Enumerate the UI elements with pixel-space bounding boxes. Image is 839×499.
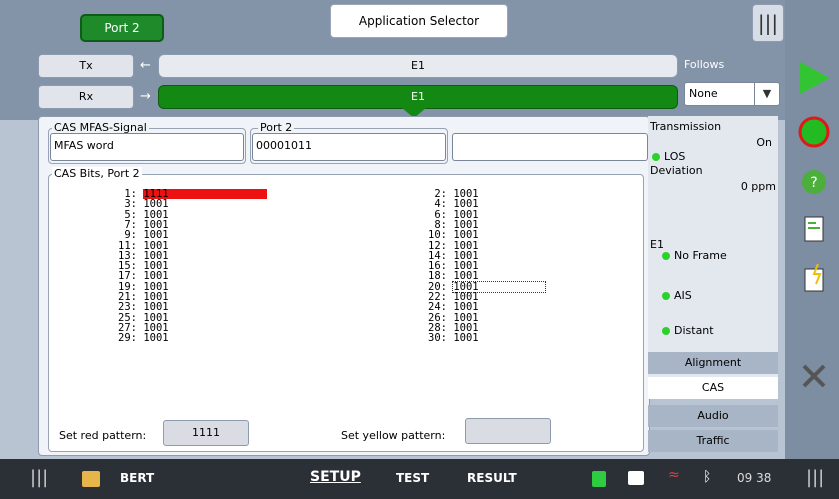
set-yellow-button[interactable]	[465, 418, 551, 444]
set-yellow-label: Set yellow pattern:	[341, 429, 446, 442]
cas-bit-value: 1001	[453, 332, 479, 345]
tab-audio[interactable]: Audio	[648, 405, 778, 427]
cas-bit-index: 18:	[428, 270, 447, 283]
battery-icon	[592, 471, 606, 487]
tools-icon[interactable]	[796, 358, 832, 394]
ais-label: AIS	[674, 289, 692, 302]
cas-bit-row[interactable]: 18: 1001	[409, 270, 479, 283]
no-frame-led-icon	[662, 252, 670, 260]
distant-led-icon	[662, 327, 670, 335]
transmission-label: Transmission	[650, 120, 722, 133]
no-frame-indicator: No Frame	[662, 249, 727, 262]
cas-bit-index: 23:	[118, 301, 137, 314]
record-icon[interactable]	[796, 114, 832, 150]
set-red-button[interactable]: 1111	[163, 420, 249, 446]
ais-indicator: AIS	[662, 289, 692, 302]
cas-bit-row[interactable]: 30: 1001	[409, 332, 479, 345]
follows-label: Follows	[684, 58, 725, 71]
cas-bit-index: 10:	[428, 229, 447, 242]
ais-led-icon	[662, 292, 670, 300]
menu-handle-icon[interactable]: |||	[752, 4, 784, 42]
bert-app-icon[interactable]	[82, 471, 100, 487]
tx-bar[interactable]: E1	[158, 54, 678, 78]
bert-label[interactable]: BERT	[120, 471, 154, 485]
report-icon[interactable]	[796, 212, 832, 248]
svg-text:?: ?	[810, 175, 817, 191]
camera-icon[interactable]	[628, 471, 644, 485]
rx-bar[interactable]: E1	[158, 85, 678, 109]
status-panel: Transmission On LOS Deviation 0 ppm E1 N…	[648, 116, 778, 378]
port-tab[interactable]: Port 2	[80, 14, 164, 42]
los-indicator: LOS	[652, 150, 685, 163]
los-label: LOS	[664, 150, 686, 163]
cas-bit-row[interactable]: 29: 1001	[99, 332, 169, 345]
play-icon[interactable]	[796, 60, 832, 96]
transmission-value: On	[756, 136, 772, 149]
cas-bit-index: 24:	[428, 301, 447, 314]
cas-bit-index: 11:	[118, 239, 137, 252]
application-selector[interactable]: Application Selector	[330, 4, 508, 38]
set-red-label: Set red pattern:	[59, 429, 147, 442]
tx-button[interactable]: Tx	[38, 54, 134, 78]
port-value-field[interactable]: 00001011	[252, 133, 446, 161]
result-tab[interactable]: RESULT	[467, 471, 517, 485]
chevron-down-icon[interactable]: ▼	[754, 83, 779, 105]
cas-signal-field[interactable]: MFAS word	[50, 133, 244, 161]
event-report-icon[interactable]	[796, 262, 832, 298]
cas-bit-value: 1001	[143, 332, 169, 345]
deviation-label: Deviation	[650, 164, 703, 177]
rx-button[interactable]: Rx	[38, 85, 134, 109]
tab-traffic[interactable]: Traffic	[648, 430, 778, 452]
tab-alignment[interactable]: Alignment	[648, 352, 778, 374]
los-led-icon	[652, 153, 660, 161]
wifi-icon: ≈	[668, 467, 680, 483]
follows-value: None	[689, 87, 718, 100]
left-arrow-icon: ←	[140, 58, 151, 73]
right-menu-icon[interactable]: |||	[806, 467, 824, 488]
deviation-value: 0 ppm	[740, 180, 776, 193]
cas-bit-index: 3:	[124, 198, 137, 211]
cas-bit-index: 4:	[434, 198, 447, 211]
help-icon[interactable]: ?	[796, 164, 832, 200]
cas-bit-index: 17:	[118, 270, 137, 283]
left-menu-icon[interactable]: |||	[30, 467, 48, 488]
follows-select[interactable]: None ▼	[684, 82, 780, 106]
cas-bit-index: 30:	[428, 332, 447, 345]
bluetooth-icon: ᛒ	[703, 469, 712, 485]
main-panel: CAS MFAS-Signal MFAS word Port 2 0000101…	[38, 116, 650, 456]
test-tab[interactable]: TEST	[396, 471, 429, 485]
cas-bit-index: 9:	[124, 229, 137, 242]
cas-bit-index: 29:	[118, 332, 137, 345]
setup-tab[interactable]: SETUP	[310, 469, 361, 485]
no-frame-label: No Frame	[674, 249, 727, 262]
clock: 09 38	[737, 471, 772, 485]
distant-indicator: Distant	[662, 324, 714, 337]
cas-bits-title: CAS Bits, Port 2	[52, 167, 142, 180]
tab-cas[interactable]: CAS	[648, 377, 778, 399]
empty-field[interactable]	[452, 133, 648, 161]
cas-bit-index: 12:	[428, 239, 447, 252]
bottom-bar: ||| BERT SETUP TEST RESULT ≈ ᛒ 09 38 |||	[0, 459, 839, 499]
distant-label: Distant	[674, 324, 714, 337]
right-arrow-icon: →	[140, 89, 151, 104]
